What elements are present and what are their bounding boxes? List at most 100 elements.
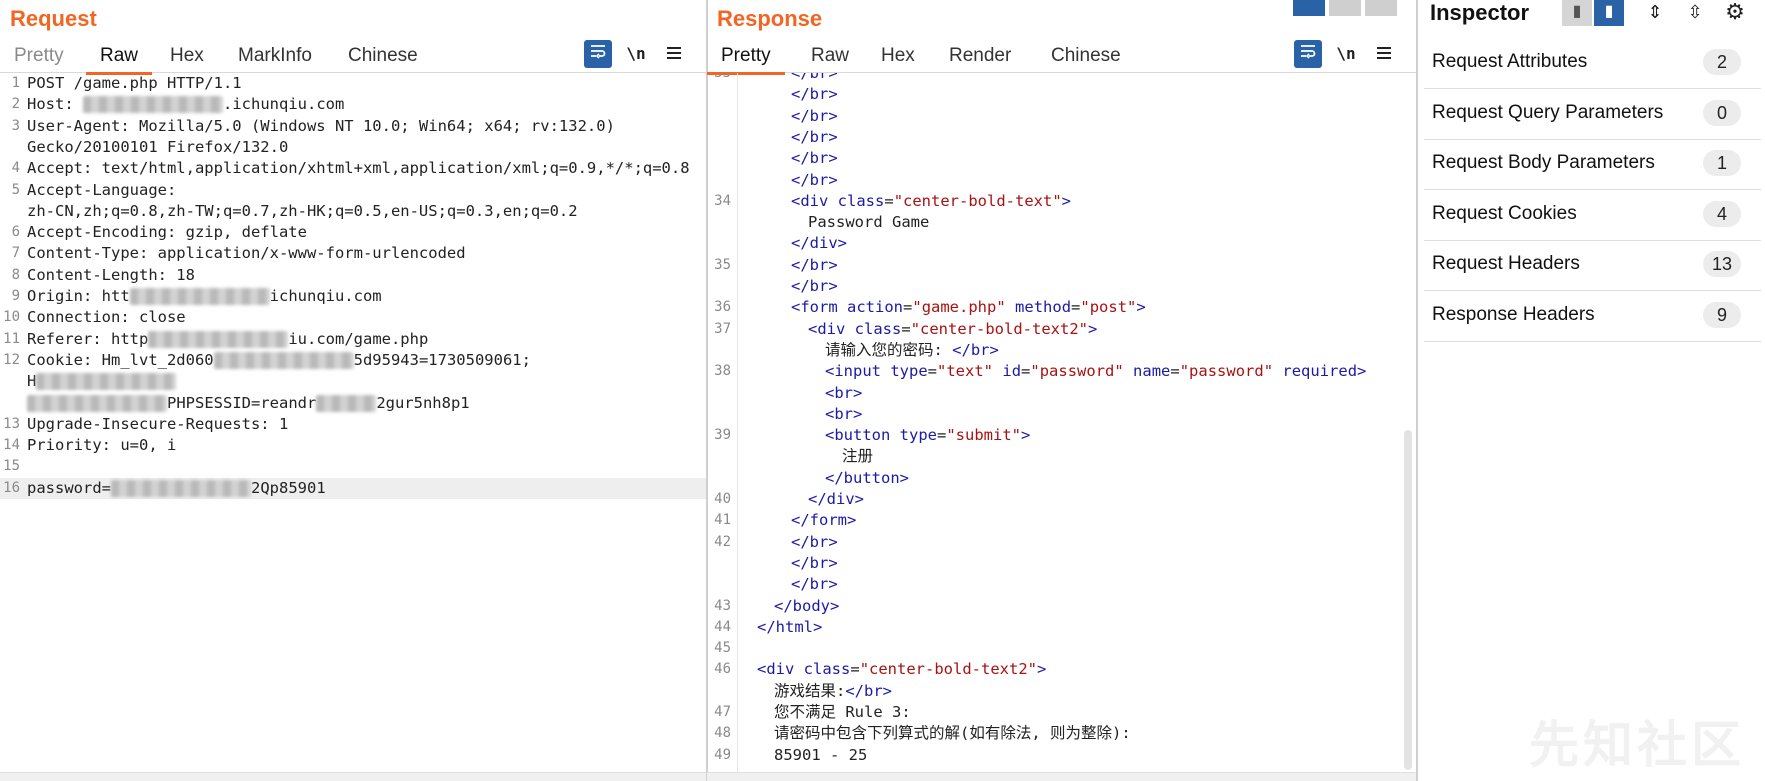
- single-view-toggle[interactable]: [1365, 0, 1397, 16]
- request-title: Request: [10, 6, 97, 31]
- tab-pretty[interactable]: Pretty: [0, 42, 78, 72]
- inspector-row[interactable]: Request Cookies 4: [1424, 190, 1761, 241]
- layout-right-icon[interactable]: ▮: [1594, 0, 1624, 26]
- response-line-text: </br>: [791, 73, 838, 82]
- tab-markinfo[interactable]: MarkInfo: [224, 42, 326, 72]
- response-line: 42 </br>: [707, 532, 1416, 553]
- count-badge: 9: [1703, 301, 1741, 328]
- response-line-text: </br>: [791, 106, 838, 125]
- request-line: 6 Accept-Encoding: gzip, deflate: [0, 222, 706, 243]
- newline-toggle-icon[interactable]: \n: [622, 40, 650, 68]
- inspector-pane: Inspector ▮ ▮ ⇕ ⇳ ⚙ Request Attributes 2 R…: [1418, 0, 1765, 781]
- response-line: 34 <div class="center-bold-text">: [707, 191, 1416, 212]
- tab-hex[interactable]: Hex: [867, 42, 929, 72]
- inspector-row[interactable]: Request Query Parameters 0: [1424, 89, 1761, 140]
- response-line: 41 </form>: [707, 510, 1416, 531]
- inspector-row[interactable]: Request Body Parameters 1: [1424, 139, 1761, 190]
- tab-chinese[interactable]: Chinese: [1037, 42, 1135, 72]
- menu-icon[interactable]: [660, 40, 688, 68]
- split-view-toggle[interactable]: [1293, 0, 1325, 16]
- count-badge: 4: [1703, 200, 1741, 227]
- redacted-block: x: [27, 394, 167, 412]
- request-line-text: Upgrade-Insecure-Requests: 1: [27, 414, 289, 433]
- inspector-title: Inspector: [1430, 0, 1530, 25]
- tab-chinese[interactable]: Chinese: [334, 42, 432, 72]
- request-line-text: Origin: httxichunqiu.com: [27, 287, 382, 305]
- tab-pretty[interactable]: Pretty: [707, 42, 785, 75]
- response-line-text: </body>: [774, 596, 840, 615]
- response-line-text: </form>: [791, 511, 857, 530]
- inspector-row[interactable]: Request Headers 13: [1424, 240, 1761, 291]
- tab-hex[interactable]: Hex: [156, 42, 218, 72]
- response-line: Password Game: [707, 212, 1416, 233]
- line-number: 5: [11, 181, 20, 198]
- line-number: 49: [714, 746, 731, 763]
- response-line: 36 <form action="game.php" method="post">: [707, 297, 1416, 318]
- inspector-row[interactable]: Request Attributes 2: [1424, 38, 1761, 89]
- line-number: 48: [714, 725, 731, 742]
- request-toolbar: \n: [584, 40, 694, 68]
- response-line-text: <div class="center-bold-text2">: [757, 660, 1047, 679]
- count-badge: 13: [1703, 251, 1741, 277]
- response-line-text: </br>: [791, 170, 838, 189]
- response-line-text: </div>: [791, 234, 848, 253]
- response-line-text: 请密码中包含下列算式的解(如有除法, 则为整除):: [774, 724, 1131, 743]
- line-number: 40: [714, 491, 731, 507]
- response-line: 游戏结果:</br>: [707, 681, 1416, 702]
- wrap-lines-icon[interactable]: [584, 40, 612, 68]
- request-line: zh-CN,zh;q=0.8,zh-TW;q=0.7,zh-HK;q=0.5,e…: [0, 201, 706, 222]
- tab-raw[interactable]: Raw: [797, 42, 863, 72]
- wrap-lines-icon[interactable]: [1294, 40, 1322, 68]
- response-line: 48 请密码中包含下列算式的解(如有除法, 则为整除):: [707, 723, 1416, 744]
- request-line-text: zh-CN,zh;q=0.8,zh-TW;q=0.7,zh-HK;q=0.5,e…: [27, 201, 578, 220]
- response-line: 注册: [707, 446, 1416, 467]
- response-line: </br>: [707, 106, 1416, 127]
- request-editor[interactable]: 1 POST /game.php HTTP/1.1 2 Host: x.ichunqi…: [0, 73, 706, 781]
- response-line-text: 请输入您的密码: </br>: [825, 340, 999, 359]
- request-line: 4 Accept: text/html,application/xhtml+xml…: [0, 158, 706, 179]
- response-horizontal-scrollbar[interactable]: [707, 772, 1416, 781]
- redacted-block: x: [129, 288, 270, 305]
- collapse-icon[interactable]: ⇳: [1680, 0, 1710, 26]
- request-line-text: Content-Length: 18: [27, 265, 195, 284]
- line-number: 37: [714, 320, 731, 337]
- tab-raw[interactable]: Raw: [86, 42, 153, 75]
- newline-toggle-icon[interactable]: \n: [1332, 40, 1360, 68]
- line-number: 10: [3, 309, 20, 326]
- response-vertical-scrollbar[interactable]: [1404, 430, 1412, 770]
- request-line-text: Connection: close: [27, 308, 186, 327]
- response-title: Response: [717, 6, 823, 31]
- response-pane: Response Pretty Raw Hex Render Chinese \…: [707, 0, 1418, 781]
- gear-icon[interactable]: ⚙: [1720, 0, 1750, 26]
- tab-render[interactable]: Render: [935, 42, 1025, 72]
- inspector-row-label: Response Headers: [1432, 303, 1595, 325]
- line-number: 45: [714, 640, 731, 657]
- line-number: 41: [714, 512, 731, 529]
- response-line-text: <form action="game.php" method="post">: [791, 298, 1146, 317]
- response-line: 44 </html>: [707, 617, 1416, 638]
- menu-icon[interactable]: [1370, 40, 1398, 68]
- line-number: 3: [11, 117, 20, 134]
- response-line: </br>: [707, 276, 1416, 297]
- response-line: 39 <button type="submit">: [707, 425, 1416, 446]
- response-line: 43 </body>: [707, 596, 1416, 617]
- expand-icon[interactable]: ⇕: [1640, 0, 1670, 26]
- request-horizontal-scrollbar[interactable]: [0, 772, 706, 781]
- line-number: 42: [714, 533, 731, 550]
- response-line-text: <input type="text" id="password" name="p…: [825, 362, 1367, 381]
- request-line: 8 Content-Length: 18: [0, 265, 706, 286]
- line-number: 38: [714, 363, 731, 380]
- response-line: 请输入您的密码: </br>: [707, 340, 1416, 361]
- horizontal-view-toggle[interactable]: [1329, 0, 1361, 16]
- request-line-text: xPHPSESSID=reandrx2gur5nh8p1: [27, 393, 470, 414]
- line-number: 4: [11, 160, 20, 177]
- request-line: 16 password=x2Qp85901: [0, 477, 706, 499]
- inspector-row[interactable]: Response Headers 9: [1424, 291, 1761, 342]
- layout-left-icon[interactable]: ▮: [1562, 0, 1592, 26]
- line-number: 12: [3, 351, 20, 368]
- response-editor[interactable]: 33 </br> </br> </br> </br> </br> </br> 34 <div c…: [707, 73, 1416, 781]
- line-number: 9: [11, 288, 20, 304]
- response-line-text: </br>: [791, 149, 838, 168]
- line-number: 35: [714, 256, 731, 273]
- response-line-text: Password Game: [808, 213, 930, 232]
